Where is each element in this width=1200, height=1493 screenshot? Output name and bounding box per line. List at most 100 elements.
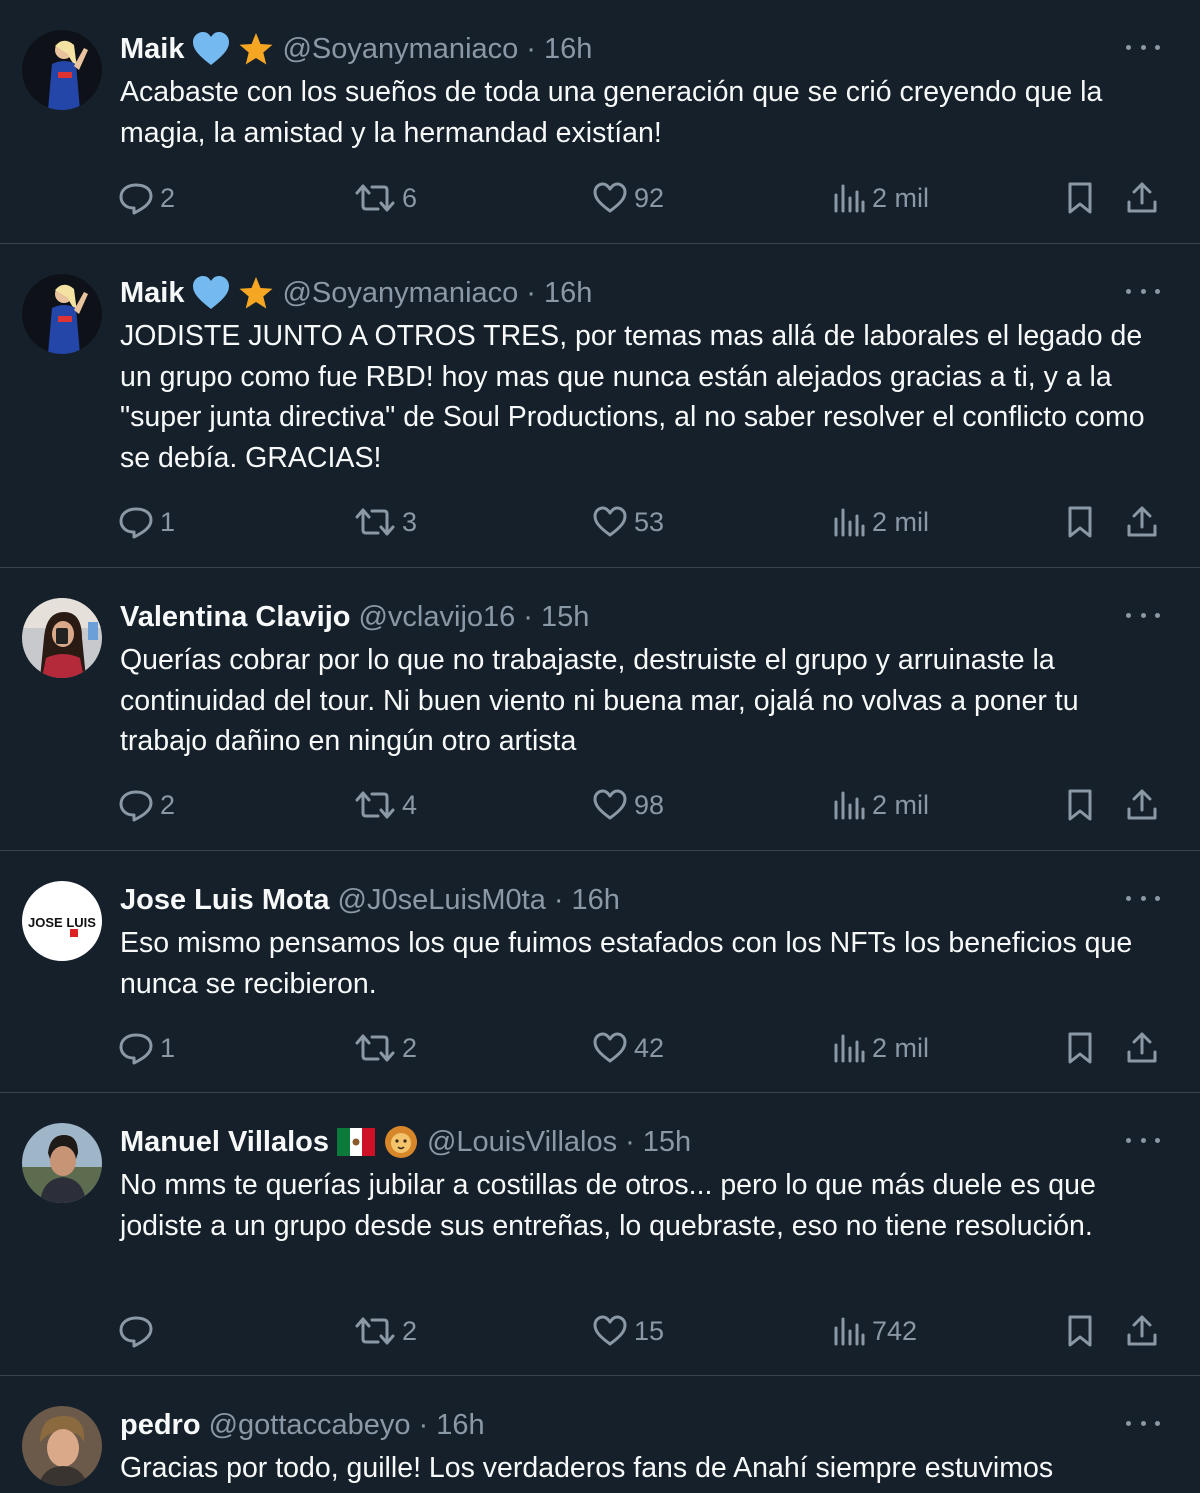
retweet-count: 2 [402, 1315, 418, 1346]
tweet-text: No mms te querías jubilar a costillas de… [120, 1169, 1096, 1242]
share-button[interactable] [1124, 1311, 1166, 1351]
retweet-button[interactable]: 4 [354, 785, 417, 825]
timestamp[interactable]: 15h [643, 1126, 691, 1159]
timestamp[interactable]: 15h [541, 601, 589, 634]
tweet-actions: 2 6 92 2 mil [118, 178, 1168, 218]
tweet[interactable]: Maik @Soyanymaniaco · 16h Acabaste con l… [0, 0, 1200, 244]
author-handle[interactable]: @Soyanymaniaco [282, 33, 518, 66]
reply-button[interactable] [118, 1311, 160, 1351]
avatar-logo-text: JOSE LUIS [28, 915, 96, 930]
author-name[interactable]: Jose Luis Mota [120, 884, 330, 917]
more-options-icon[interactable] [1126, 1125, 1160, 1155]
tweet-header: pedro @gottaccabeyo · 16h [120, 1406, 485, 1444]
bookmark-icon [1068, 789, 1092, 821]
like-button[interactable]: 98 [592, 785, 664, 825]
like-count: 42 [634, 1032, 665, 1063]
reply-count: 2 [160, 789, 176, 820]
avatar-image [22, 1406, 102, 1486]
author-handle[interactable]: @Soyanymaniaco [282, 277, 518, 310]
reply-feed: Maik @Soyanymaniaco · 16h Acabaste con l… [0, 0, 1200, 1493]
avatar-image [22, 1123, 102, 1203]
timestamp[interactable]: 16h [544, 277, 592, 310]
reply-button[interactable]: 1 [118, 1028, 175, 1068]
like-count: 53 [634, 506, 665, 537]
bookmark-button[interactable] [1062, 785, 1104, 825]
more-options-icon[interactable] [1126, 1408, 1160, 1438]
retweet-button[interactable]: 2 [354, 1311, 417, 1351]
views-button[interactable]: 2 mil [830, 178, 929, 218]
avatar[interactable] [22, 1123, 102, 1203]
views-button[interactable]: 2 mil [830, 502, 929, 542]
separator-dot: · [526, 32, 536, 65]
like-count: 92 [634, 182, 665, 213]
more-options-icon[interactable] [1126, 32, 1160, 62]
avatar[interactable] [22, 274, 102, 354]
author-name[interactable]: Valentina Clavijo [120, 601, 350, 634]
author-handle[interactable]: @vclavijo16 [358, 601, 515, 634]
tweet[interactable]: JOSE LUIS Jose Luis Mota @J0seLuisM0ta ·… [0, 851, 1200, 1093]
reply-icon [119, 790, 153, 822]
avatar[interactable] [22, 1406, 102, 1486]
share-icon [1127, 789, 1157, 820]
separator-dot: · [523, 600, 533, 633]
share-button[interactable] [1124, 178, 1166, 218]
bookmark-button[interactable] [1062, 1311, 1104, 1351]
avatar[interactable] [22, 598, 102, 678]
views-button[interactable]: 2 mil [830, 785, 929, 825]
retweet-button[interactable]: 6 [354, 178, 417, 218]
bookmark-icon [1068, 182, 1092, 214]
more-options-icon[interactable] [1126, 600, 1160, 630]
author-handle[interactable]: @gottaccabeyo [209, 1409, 411, 1442]
bookmark-icon [1068, 506, 1092, 538]
blue-heart-icon [192, 276, 230, 310]
timestamp[interactable]: 16h [544, 33, 592, 66]
star-icon [238, 276, 274, 310]
tweet-text: JODISTE JUNTO A OTROS TRES, por temas ma… [120, 320, 1145, 474]
reply-button[interactable]: 1 [118, 502, 175, 542]
author-handle[interactable]: @LouisVillalos [427, 1126, 617, 1159]
bookmark-button[interactable] [1062, 178, 1104, 218]
author-handle[interactable]: @J0seLuisM0ta [338, 884, 546, 917]
tweet[interactable]: Manuel Villalos @LouisVillalos · 15h No … [0, 1093, 1200, 1376]
share-button[interactable] [1124, 502, 1166, 542]
like-button[interactable]: 92 [592, 178, 664, 218]
like-button[interactable]: 42 [592, 1028, 664, 1068]
tweet[interactable]: pedro @gottaccabeyo · 16h Gracias por to… [0, 1376, 1200, 1493]
view-count: 742 [872, 1315, 918, 1346]
tweet[interactable]: Valentina Clavijo @vclavijo16 · 15h Quer… [0, 568, 1200, 851]
avatar[interactable]: JOSE LUIS [22, 881, 102, 961]
reply-button[interactable]: 2 [118, 785, 175, 825]
more-options-icon[interactable] [1126, 883, 1160, 913]
views-icon [834, 791, 865, 820]
share-button[interactable] [1124, 785, 1166, 825]
views-button[interactable]: 2 mil [830, 1028, 929, 1068]
avatar[interactable] [22, 30, 102, 110]
bookmark-button[interactable] [1062, 502, 1104, 542]
more-options-icon[interactable] [1126, 276, 1160, 306]
author-name[interactable]: Maik [120, 33, 184, 66]
bookmark-button[interactable] [1062, 1028, 1104, 1068]
retweet-button[interactable]: 2 [354, 1028, 417, 1068]
author-name[interactable]: pedro [120, 1409, 201, 1442]
tweet-actions: 2 15 742 [118, 1311, 1168, 1351]
views-button[interactable]: 742 [830, 1311, 917, 1351]
like-button[interactable]: 15 [592, 1311, 664, 1351]
like-button[interactable]: 53 [592, 502, 664, 542]
author-name[interactable]: Maik [120, 277, 184, 310]
reply-button[interactable]: 2 [118, 178, 175, 218]
retweet-count: 4 [402, 789, 418, 820]
timestamp[interactable]: 16h [572, 884, 620, 917]
avatar-image [22, 274, 102, 354]
tweet-text: Acabaste con los sueños de toda una gene… [120, 76, 1103, 149]
tweet[interactable]: Maik @Soyanymaniaco · 16h JODISTE JUNTO … [0, 244, 1200, 568]
like-count: 15 [634, 1315, 665, 1346]
separator-dot: · [526, 276, 536, 309]
tweet-header: Jose Luis Mota @J0seLuisM0ta · 16h [120, 881, 620, 919]
retweet-button[interactable]: 3 [354, 502, 417, 542]
timestamp[interactable]: 16h [436, 1409, 484, 1442]
avatar-image [22, 598, 102, 678]
heart-icon [593, 506, 627, 537]
share-button[interactable] [1124, 1028, 1166, 1068]
lion-icon [383, 1125, 419, 1159]
author-name[interactable]: Manuel Villalos [120, 1126, 329, 1159]
